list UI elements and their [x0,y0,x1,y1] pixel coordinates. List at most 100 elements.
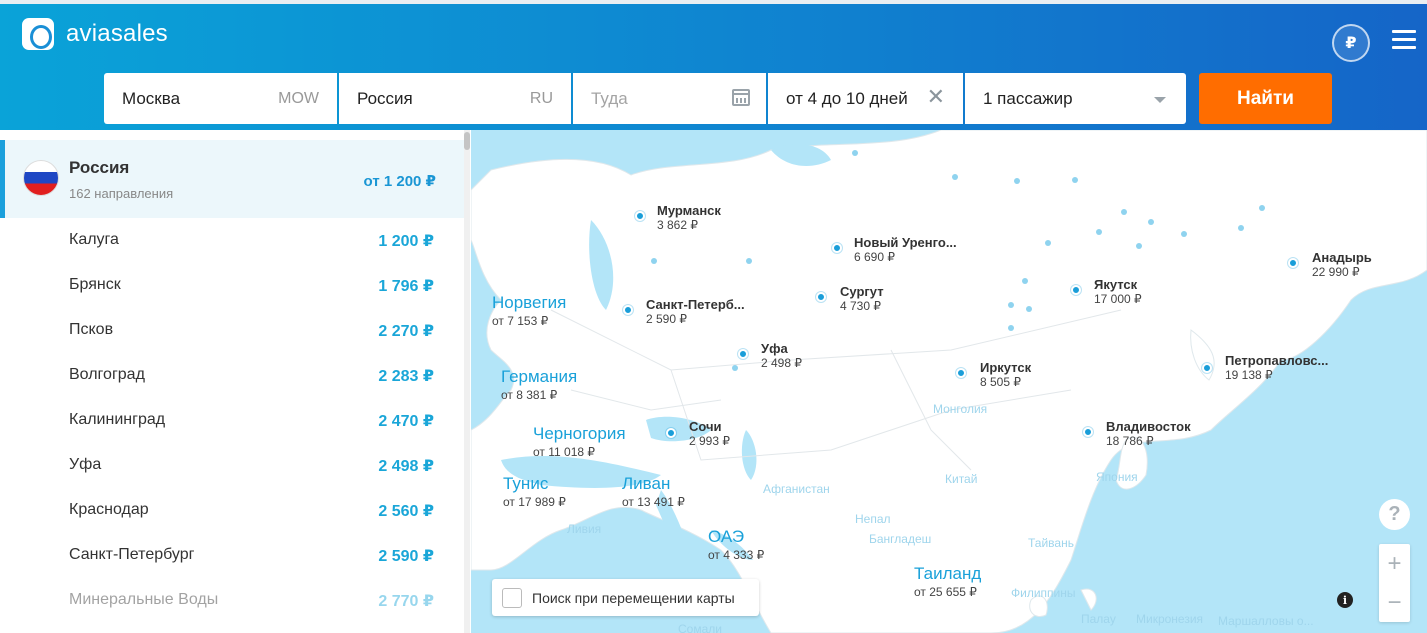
map-city-pin[interactable] [623,305,633,315]
passengers-select[interactable]: 1 пассажир [965,73,1186,124]
sidebar-scrollbar[interactable] [464,130,470,633]
logo[interactable]: aviasales [22,18,168,50]
map-city-label[interactable]: Санкт-Петерб... 2 590 ₽ [646,298,745,327]
city-name: Санкт-Петербург [69,546,195,563]
map-dot[interactable] [732,365,738,371]
hamburger-menu-icon[interactable] [1392,30,1416,52]
map-city-pin[interactable] [635,211,645,221]
map-region-label: Бангладеш [869,532,932,546]
list-item[interactable]: Краснодар 2 560 ₽ [0,488,466,533]
calendar-icon[interactable] [732,89,750,106]
map-dot[interactable] [1072,177,1078,183]
map-country-label[interactable]: Таиланд от 25 655 ₽ [914,565,981,601]
map-dot[interactable] [952,174,958,180]
map-dot[interactable] [1181,231,1187,237]
info-icon[interactable]: i [1337,592,1353,608]
map-city-pin[interactable] [1202,363,1212,373]
map-dot[interactable] [1045,240,1051,246]
map-dot[interactable] [1008,325,1014,331]
search-on-map-move-checkbox[interactable]: Поиск при перемещении карты [492,579,759,616]
map-region-label: Филиппины [1011,586,1076,600]
search-form: Москва MOW Россия RU Туда от 4 до 10 дне… [104,73,1188,124]
clear-icon[interactable]: ✕ [927,86,945,108]
list-item[interactable]: Минеральные Воды 2 770 ₽ [0,578,466,623]
country-price: от 1 200 ₽ [363,173,436,190]
map-city-label[interactable]: Якутск 17 000 ₽ [1094,278,1142,307]
map-dot[interactable] [1121,209,1127,215]
map-dot[interactable] [1026,306,1032,312]
origin-value: Москва [122,88,181,108]
find-button[interactable]: Найти [1199,73,1332,124]
date-placeholder: Туда [591,88,628,108]
city-price: 2 770 ₽ [378,593,434,610]
city-price: 1 200 ₽ [378,233,434,250]
map-country-label[interactable]: Тунис от 17 989 ₽ [503,475,566,511]
map-city-label[interactable]: Мурманск 3 862 ₽ [657,204,721,233]
country-row[interactable]: Россия 162 направления от 1 200 ₽ [0,140,466,218]
map-country-label[interactable]: Германия от 8 381 ₽ [501,368,577,404]
map-city-pin[interactable] [832,243,842,253]
map-region-label: Палау [1081,612,1116,626]
currency-button[interactable]: ₽ [1332,24,1370,62]
list-item[interactable]: Псков 2 270 ₽ [0,308,466,353]
destination-value: Россия [357,88,413,108]
map-country-label[interactable]: Ливан от 13 491 ₽ [622,475,685,511]
map-dot[interactable] [1096,229,1102,235]
city-price: 2 470 ₽ [378,413,434,430]
map-dot[interactable] [852,150,858,156]
map-city-pin[interactable] [738,349,748,359]
map-city-pin[interactable] [1083,427,1093,437]
destination-field[interactable]: Россия RU [339,73,571,124]
map-city-pin[interactable] [956,368,966,378]
map-country-label[interactable]: ОАЭ от 4 333 ₽ [708,528,764,564]
map-city-label[interactable]: Сургут 4 730 ₽ [840,285,884,314]
trip-duration-field[interactable]: от 4 до 10 дней ✕ [768,73,963,124]
map-city-pin[interactable] [1288,258,1298,268]
list-item[interactable]: Санкт-Петербург 2 590 ₽ [0,533,466,578]
map-region-label: Китай [945,472,978,486]
map-city-label[interactable]: Владивосток 18 786 ₽ [1106,420,1191,449]
map-dot[interactable] [1008,302,1014,308]
zoom-in-button[interactable]: + [1379,544,1410,583]
map-city-pin[interactable] [1071,285,1081,295]
map-region-label: Микронезия [1136,612,1204,626]
city-name: Брянск [69,276,121,293]
map-dot[interactable] [1238,225,1244,231]
city-price: 2 270 ₽ [378,323,434,340]
map-city-pin[interactable] [666,428,676,438]
map-city-label[interactable]: Сочи 2 993 ₽ [689,420,730,449]
map-country-label[interactable]: Норвегия от 7 153 ₽ [492,294,566,330]
map-city-label[interactable]: Анадырь 22 990 ₽ [1312,251,1372,280]
map-dot[interactable] [1022,278,1028,284]
map-dot[interactable] [1014,178,1020,184]
map-dot[interactable] [1259,205,1265,211]
zoom-controls: + − [1379,544,1410,622]
map-region-label: Маршалловы о... [1218,614,1314,628]
map-city-label[interactable]: Иркутск 8 505 ₽ [980,361,1031,390]
list-item[interactable]: Калининград 2 470 ₽ [0,398,466,443]
city-price: 2 498 ₽ [378,458,434,475]
map-dot[interactable] [651,258,657,264]
map-city-pin[interactable] [816,292,826,302]
list-item[interactable]: Калуга 1 200 ₽ [0,218,466,263]
list-item[interactable]: Волгоград 2 283 ₽ [0,353,466,398]
destinations-sidebar: Россия 162 направления от 1 200 ₽ Калуга… [0,130,471,633]
map-country-label[interactable]: Черногория от 11 018 ₽ [533,425,626,461]
list-item[interactable]: Брянск 1 796 ₽ [0,263,466,308]
map-dot[interactable] [746,258,752,264]
zoom-out-button[interactable]: − [1379,583,1410,622]
map-city-label[interactable]: Петропавловс... 19 138 ₽ [1225,354,1328,383]
directions-count: 162 направления [69,186,174,201]
origin-field[interactable]: Москва MOW [104,73,337,124]
map-city-label[interactable]: Уфа 2 498 ₽ [761,342,802,371]
help-button[interactable]: ? [1379,499,1410,530]
list-item[interactable]: Уфа 2 498 ₽ [0,443,466,488]
departure-date-field[interactable]: Туда [573,73,766,124]
map-city-label[interactable]: Новый Уренго... 6 690 ₽ [854,236,957,265]
map-dot[interactable] [1148,219,1154,225]
map-dot[interactable] [1136,243,1142,249]
checkbox-icon[interactable] [502,587,522,608]
passengers-value: 1 пассажир [983,88,1073,108]
origin-code: MOW [278,89,319,107]
map[interactable]: Мурманск 3 862 ₽ Новый Уренго... 6 690 ₽ С… [471,130,1427,633]
